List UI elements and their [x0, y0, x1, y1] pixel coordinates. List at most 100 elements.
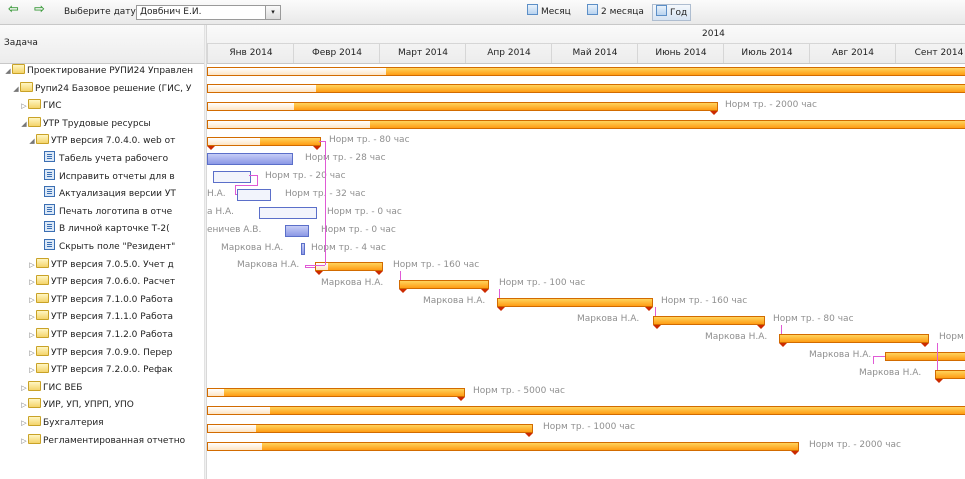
summary-bar[interactable]	[779, 334, 929, 347]
task-row[interactable]: ▷ УТР версия 7.0.9.0. Перер	[0, 345, 232, 363]
date-picker-button[interactable]: Выберите дату ▾	[64, 5, 143, 19]
task-icon	[44, 203, 55, 215]
view-month-button[interactable]: Месяц	[524, 4, 574, 19]
task-column-title: Задача	[4, 38, 38, 48]
bar-label: Норм тр. - 2000 час	[725, 100, 817, 110]
task-label: УТР версия 7.0.4.0. web от	[51, 136, 176, 147]
task-row[interactable]: Табель учета рабочего	[0, 151, 240, 169]
task-row[interactable]: ◢ УТР Трудовые ресурсы	[0, 116, 224, 134]
collapse-arrow-icon[interactable]: ◢	[28, 133, 36, 151]
task-row[interactable]: ◢ Проектирование РУПИ24 Управлен	[0, 63, 208, 81]
month-header: Июль 2014	[723, 44, 810, 63]
expand-arrow-icon[interactable]: ▷	[20, 433, 28, 451]
task-bar[interactable]	[285, 225, 309, 237]
task-row[interactable]: ▷ УТР версия 7.1.2.0 Работа	[0, 327, 232, 345]
expand-arrow-icon[interactable]: ▷	[20, 397, 28, 415]
task-label: УТР версия 7.1.2.0 Работа	[51, 330, 174, 340]
summary-bar[interactable]	[399, 280, 489, 293]
task-label: УТР версия 7.0.5.0. Учет д	[51, 259, 174, 270]
summary-bar[interactable]	[885, 352, 965, 361]
summary-bar[interactable]	[653, 316, 765, 329]
task-icon	[44, 221, 55, 233]
summary-bar[interactable]	[207, 84, 965, 93]
expand-arrow-icon[interactable]: ▷	[28, 362, 36, 380]
bar-label: Норм тр. - 100 час	[499, 278, 586, 288]
collapse-arrow-icon[interactable]: ◢	[20, 116, 28, 134]
task-label: Бухгалтерия	[43, 418, 104, 428]
task-row[interactable]: ▷ УТР версия 7.0.6.0. Расчет	[0, 274, 232, 292]
month-header: Июнь 2014	[637, 44, 724, 63]
task-bar[interactable]	[301, 243, 305, 255]
dependency-connector	[325, 141, 326, 265]
expand-arrow-icon[interactable]: ▷	[28, 345, 36, 363]
task-row[interactable]: ▷ Регламентированная отчетно	[0, 433, 224, 451]
task-label: Проектирование РУПИ24 Управлен	[27, 66, 194, 76]
task-row[interactable]: ▷ ГИС	[0, 98, 224, 116]
month-header: Сент 2014	[895, 44, 965, 63]
task-row[interactable]: ▷ Бухгалтерия	[0, 415, 224, 433]
task-row[interactable]: ▷ УИР, УП, УПРП, УПО	[0, 397, 224, 415]
bar-label: Норм тр. - 5000 час	[473, 386, 565, 396]
task-row[interactable]: ◢ УТР версия 7.0.4.0. web от	[0, 133, 232, 151]
collapse-arrow-icon[interactable]: ◢	[12, 81, 20, 99]
assignee-label: еничев А.В.	[207, 225, 262, 235]
task-label: Печать логотипа в отче	[59, 206, 173, 217]
task-row[interactable]: Актуализация версии УТ	[0, 186, 240, 204]
view-year-button[interactable]: Год	[652, 4, 692, 21]
task-row[interactable]: ▷ УТР версия 7.1.1.0 Работа	[0, 309, 232, 327]
summary-bar[interactable]	[207, 406, 965, 415]
folder-icon	[28, 380, 41, 391]
assignee-label: Маркова Н.А.	[321, 278, 384, 288]
task-row[interactable]: ◢ Рупи24 Базовое решение (ГИС, У	[0, 81, 216, 99]
month-header: Авг 2014	[809, 44, 896, 63]
summary-bar[interactable]	[207, 388, 465, 401]
task-label: УТР версия 7.0.6.0. Расчет	[51, 277, 176, 288]
user-select[interactable]: Довбнич Е.И. ▾	[136, 5, 281, 20]
task-bar[interactable]	[237, 189, 271, 201]
task-bar[interactable]	[259, 207, 317, 219]
dependency-connector	[499, 289, 500, 298]
task-label: УТР версия 7.1.1.0 Работа	[51, 312, 174, 323]
task-row[interactable]: ▷ УТР версия 7.0.5.0. Учет д	[0, 257, 232, 275]
task-bar[interactable]	[207, 153, 293, 165]
year-row: 2014	[207, 25, 965, 44]
task-row[interactable]: ▷ УТР версия 7.2.0.0. Рефак	[0, 362, 232, 380]
expand-arrow-icon[interactable]: ▷	[28, 274, 36, 292]
view-2months-button[interactable]: 2 месяца	[584, 4, 647, 19]
summary-bar[interactable]	[207, 102, 718, 115]
back-arrow-icon[interactable]: ⇦	[8, 3, 19, 17]
expand-arrow-icon[interactable]: ▷	[20, 415, 28, 433]
task-bar[interactable]	[213, 171, 251, 183]
expand-arrow-icon[interactable]: ▷	[28, 292, 36, 310]
task-row[interactable]: ▷ ГИС ВЕБ	[0, 380, 224, 398]
collapse-arrow-icon[interactable]: ◢	[4, 63, 12, 81]
expand-arrow-icon[interactable]: ▷	[28, 257, 36, 275]
summary-bar[interactable]	[207, 137, 321, 150]
summary-bar[interactable]	[935, 370, 965, 383]
folder-icon	[36, 310, 49, 321]
forward-arrow-icon[interactable]: ⇨	[34, 3, 45, 17]
expand-arrow-icon[interactable]: ▷	[20, 98, 28, 116]
folder-icon	[36, 134, 49, 145]
summary-bar[interactable]	[497, 298, 653, 311]
task-row[interactable]: Печать логотипа в отче	[0, 203, 240, 222]
expand-arrow-icon[interactable]: ▷	[28, 309, 36, 327]
bar-label: Норм тр. - 80 час	[329, 135, 410, 145]
summary-bar[interactable]	[207, 424, 533, 437]
combo-dropdown-icon[interactable]: ▾	[265, 6, 280, 19]
task-column-header[interactable]: Задача	[0, 25, 204, 64]
folder-icon	[28, 433, 41, 444]
expand-arrow-icon[interactable]: ▷	[20, 380, 28, 398]
expand-arrow-icon[interactable]: ▷	[28, 327, 36, 345]
summary-bar[interactable]	[207, 120, 965, 129]
view-2months-label: 2 месяца	[601, 7, 644, 17]
task-row[interactable]: Скрыть поле "Резидент"	[0, 239, 240, 257]
dependency-connector	[235, 185, 236, 194]
task-row[interactable]: ▷ УТР версия 7.1.0.0 Работа	[0, 292, 232, 310]
month-header: Май 2014	[551, 44, 638, 63]
summary-bar[interactable]	[207, 67, 965, 76]
summary-bar[interactable]	[207, 442, 799, 455]
task-row[interactable]: В личной карточке Т-2(	[0, 221, 240, 239]
dependency-connector	[305, 267, 315, 268]
task-row[interactable]: Исправить отчеты для в	[0, 168, 240, 187]
